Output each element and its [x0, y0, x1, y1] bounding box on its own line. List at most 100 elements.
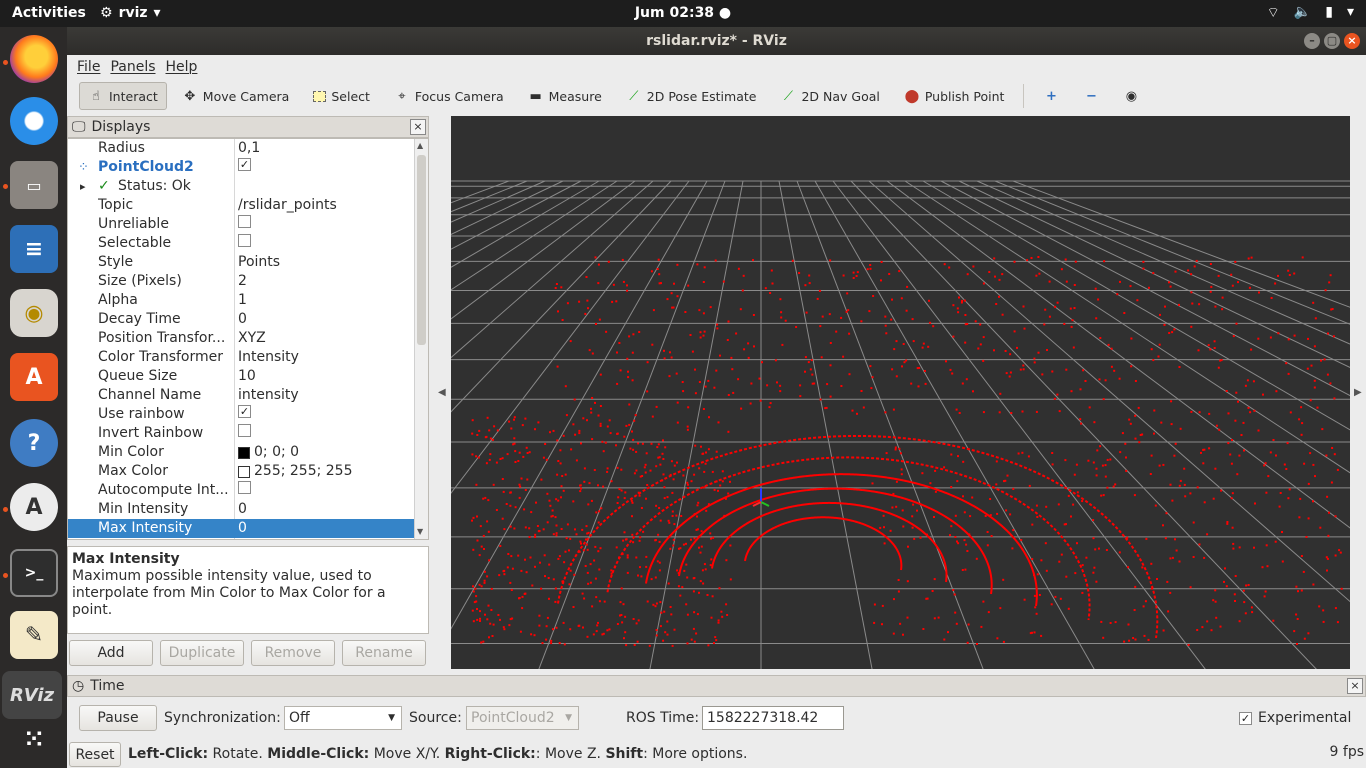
close-icon[interactable]: ×	[410, 119, 426, 135]
experimental-checkbox[interactable]: ✓	[1239, 711, 1252, 725]
interact-tool-button[interactable]: ☝ Interact	[79, 82, 167, 110]
property-checkbox[interactable]: ✓	[238, 405, 251, 418]
property-row[interactable]: Position Transfor... XYZ	[68, 329, 414, 348]
property-row[interactable]: Channel Name intensity	[68, 386, 414, 405]
property-value[interactable]	[238, 481, 251, 494]
property-value[interactable]: intensity	[238, 386, 299, 405]
property-value[interactable]: Intensity	[238, 348, 299, 367]
move-camera-tool-button[interactable]: ✥ Move Camera	[173, 82, 299, 110]
property-value[interactable]: 10	[238, 367, 256, 386]
help-icon[interactable]: ?	[10, 419, 58, 467]
property-row[interactable]: Selectable	[68, 234, 414, 253]
property-value[interactable]: 0	[238, 310, 247, 329]
measure-tool-button[interactable]: ▬ Measure	[519, 82, 611, 110]
sync-select[interactable]: Off ▼	[284, 706, 402, 730]
ros-time-field[interactable]: 1582227318.42	[702, 706, 844, 730]
property-row[interactable]: Alpha 1	[68, 291, 414, 310]
scroll-up-icon[interactable]: ▲	[417, 141, 423, 150]
activities-button[interactable]: Activities	[12, 5, 86, 21]
property-value[interactable]: 1	[238, 291, 247, 310]
clock[interactable]: Jum 02:38 ●	[635, 5, 731, 21]
menu-file[interactable]: File	[77, 59, 100, 75]
property-value[interactable]	[238, 234, 251, 247]
property-value[interactable]: 0	[238, 519, 247, 538]
property-value[interactable]: 0; 0; 0	[238, 443, 299, 462]
remove-button[interactable]: Remove	[251, 640, 335, 666]
property-row[interactable]: ⁘ PointCloud2 ✓	[68, 158, 414, 177]
reset-button[interactable]: Reset	[69, 742, 121, 767]
rhythmbox-icon[interactable]: ◉	[10, 289, 58, 337]
close-button[interactable]: ×	[1344, 33, 1360, 49]
property-value[interactable]: /rslidar_points	[238, 196, 337, 215]
rviz-icon[interactable]: RViz	[2, 671, 62, 719]
property-value[interactable]: Points	[238, 253, 280, 272]
thunderbird-icon[interactable]	[10, 97, 58, 145]
app-menu[interactable]: ⚙ rviz ▾	[100, 5, 161, 21]
property-value[interactable]: 255; 255; 255	[238, 462, 353, 481]
battery-icon[interactable]: ▮	[1325, 4, 1333, 22]
menu-arrow-icon[interactable]: ▾	[1347, 4, 1354, 22]
property-value[interactable]: 0,1	[238, 139, 260, 158]
terminal-icon[interactable]: >_	[10, 549, 58, 597]
point-cloud-scene[interactable]	[451, 116, 1350, 669]
source-select[interactable]: PointCloud2 ▼	[466, 706, 579, 730]
add-button[interactable]: Add	[69, 640, 153, 666]
duplicate-button[interactable]: Duplicate	[160, 640, 244, 666]
splitter-right-arrow-icon[interactable]: ▶	[1354, 387, 1362, 398]
property-checkbox[interactable]	[238, 424, 251, 437]
system-tray[interactable]: ⌔ 🔈 ▮ ▾	[1267, 4, 1354, 22]
scroll-thumb[interactable]	[417, 155, 426, 345]
rename-button[interactable]: Rename	[342, 640, 426, 666]
property-row[interactable]: Queue Size 10	[68, 367, 414, 386]
view-options-button[interactable]: ◉	[1114, 82, 1148, 110]
nav-goal-tool-button[interactable]: ⟋ 2D Nav Goal	[771, 82, 888, 110]
maximize-button[interactable]: ▢	[1324, 33, 1340, 49]
property-value[interactable]: 0	[238, 500, 247, 519]
color-swatch[interactable]	[238, 465, 250, 478]
writer-icon[interactable]: ≡	[10, 225, 58, 273]
add-tool-button[interactable]: +	[1034, 82, 1068, 110]
volume-icon[interactable]: 🔈	[1294, 4, 1311, 22]
text-editor-icon[interactable]: ✎	[10, 611, 58, 659]
network-icon[interactable]: ⌔	[1267, 4, 1280, 22]
property-row[interactable]: Style Points	[68, 253, 414, 272]
property-row[interactable]: Min Color 0; 0; 0	[68, 443, 414, 462]
firefox-icon[interactable]	[10, 35, 58, 83]
menu-help[interactable]: Help	[166, 59, 198, 75]
property-row[interactable]: Unreliable	[68, 215, 414, 234]
property-tree[interactable]: Radius 0,1 ⁘ PointCloud2 ✓ ▸ ✓ Status: Ok Topic…	[67, 138, 429, 540]
property-row[interactable]: Decay Time 0	[68, 310, 414, 329]
scroll-down-icon[interactable]: ▼	[417, 527, 423, 536]
property-value[interactable]: ✓	[238, 158, 251, 171]
pause-button[interactable]: Pause	[79, 705, 157, 731]
property-row[interactable]: Use rainbow ✓	[68, 405, 414, 424]
publish-point-tool-button[interactable]: ⬤ Publish Point	[895, 82, 1014, 110]
menu-panels[interactable]: Panels	[110, 59, 155, 75]
expand-arrow-icon[interactable]: ▸	[80, 177, 86, 196]
property-checkbox[interactable]	[238, 481, 251, 494]
minimize-button[interactable]: –	[1304, 33, 1320, 49]
property-scrollbar[interactable]: ▲ ▼	[414, 139, 428, 539]
property-row[interactable]: Topic/rslidar_points	[68, 196, 414, 215]
splitter-left-arrow-icon[interactable]: ◀	[438, 387, 446, 398]
focus-camera-tool-button[interactable]: ⌖ Focus Camera	[385, 82, 513, 110]
property-value[interactable]	[238, 424, 251, 437]
render-3d-view[interactable]	[451, 116, 1350, 669]
window-titlebar[interactable]: rslidar.rviz* - RViz – ▢ ×	[67, 27, 1366, 55]
property-value[interactable]: 2	[238, 272, 247, 291]
pose-estimate-tool-button[interactable]: ⟋ 2D Pose Estimate	[617, 82, 766, 110]
property-checkbox[interactable]	[238, 234, 251, 247]
property-value[interactable]: ✓	[238, 405, 251, 418]
property-value[interactable]: XYZ	[238, 329, 266, 348]
property-value[interactable]	[238, 215, 251, 228]
property-row[interactable]: ▸ ✓ Status: Ok	[68, 177, 414, 196]
updater-icon[interactable]: A	[10, 483, 58, 531]
remove-tool-button[interactable]: −	[1074, 82, 1108, 110]
property-checkbox[interactable]: ✓	[238, 158, 251, 171]
property-row[interactable]: Autocompute Int...	[68, 481, 414, 500]
select-tool-button[interactable]: Select	[304, 82, 379, 110]
property-row[interactable]: Color Transformer Intensity	[68, 348, 414, 367]
property-row[interactable]: Invert Rainbow	[68, 424, 414, 443]
property-row[interactable]: Max Color 255; 255; 255	[68, 462, 414, 481]
files-icon[interactable]: ▭	[10, 161, 58, 209]
